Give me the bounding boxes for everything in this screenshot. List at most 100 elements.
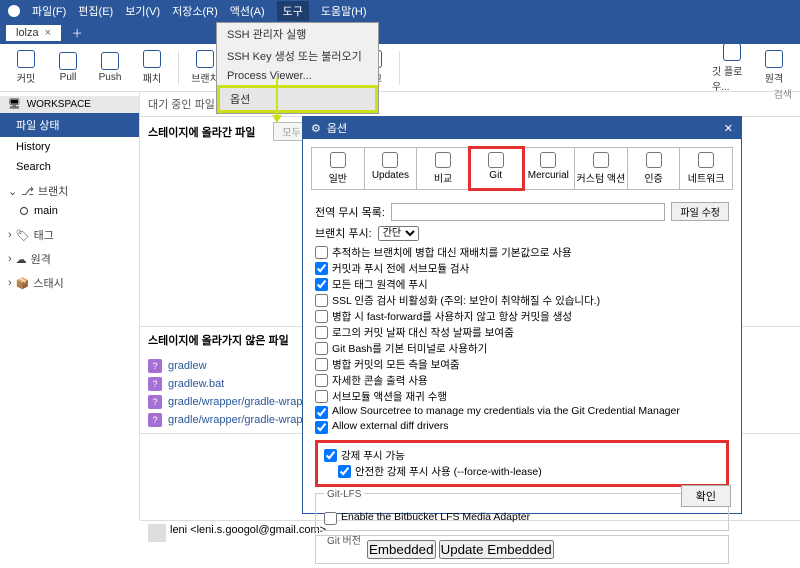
custom-icon	[593, 152, 609, 168]
network-icon	[698, 152, 714, 168]
sidebar-group-remote[interactable]: ›☁원격	[0, 245, 139, 269]
annotation-arrow-icon	[276, 78, 278, 122]
ignore-input[interactable]	[391, 203, 666, 221]
tabbar: lolza × ＋	[0, 22, 800, 44]
tab-mercurial[interactable]: Mercurial	[523, 148, 576, 189]
option-checkbox[interactable]	[315, 278, 328, 291]
chevron-right-icon: ›	[8, 229, 12, 241]
menu-file[interactable]: 파일(F)	[32, 3, 66, 19]
remote-button[interactable]: 원격	[754, 50, 794, 85]
branch-main[interactable]: main	[0, 201, 139, 221]
gitflow-button[interactable]: 깃 플로우...	[712, 43, 752, 93]
menu-item-ssh-manager[interactable]: SSH 관리자 실행	[217, 23, 378, 45]
commit-icon	[17, 50, 35, 68]
pull-icon	[59, 52, 77, 70]
push-button[interactable]: Push	[90, 52, 130, 83]
menu-repo[interactable]: 저장소(R)	[172, 3, 218, 19]
file-status-icon: ?	[148, 413, 162, 427]
branchpush-select[interactable]: 간단	[378, 226, 419, 241]
commit-button[interactable]: 커밋	[6, 50, 46, 85]
branch-icon: ⎇	[21, 185, 34, 198]
tab-label: lolza	[16, 27, 39, 39]
sidebar-group-tag[interactable]: ›🏷태그	[0, 221, 139, 245]
cloud-icon: ☁	[16, 253, 27, 266]
option-checkbox[interactable]	[315, 246, 328, 259]
menu-item-process-viewer[interactable]: Process Viewer...	[217, 67, 378, 85]
pull-button[interactable]: Pull	[48, 52, 88, 83]
dialog-tabs: 일반 Updates 비교 Git Mercurial 커스텀 액션 인증 네트…	[311, 147, 733, 190]
app-logo-icon	[8, 5, 20, 17]
fetch-icon	[143, 50, 161, 68]
sidebar: 🖥 WORKSPACE 파일 상태 History Search ⌄⎇브랜치 m…	[0, 92, 140, 520]
file-status-icon: ?	[148, 359, 162, 373]
close-icon[interactable]: ✕	[724, 122, 733, 135]
menu-view[interactable]: 보기(V)	[125, 3, 160, 19]
gitflow-icon	[723, 43, 741, 61]
general-icon	[330, 152, 346, 168]
tab-diff[interactable]: 비교	[417, 148, 470, 189]
options-dialog: ⚙옵션 ✕ 일반 Updates 비교 Git Mercurial 커스텀 액션…	[302, 116, 742, 514]
gitver-fieldset: Git 버전 Embedded Update Embedded	[315, 535, 729, 564]
close-icon[interactable]: ×	[45, 27, 51, 39]
force-push-highlight: 강제 푸시 가능 안전한 강제 푸시 사용 (--force-with-leas…	[315, 440, 729, 487]
menu-help[interactable]: 도움말(H)	[321, 3, 367, 19]
menu-item-ssh-key[interactable]: SSH Key 생성 또는 불러오기	[217, 45, 378, 67]
toolbar: 커밋 Pull Push 패치 브랜치 병합 스태시 폐기 태그 깃 플로우..…	[0, 44, 800, 92]
option-checkbox[interactable]	[315, 342, 328, 355]
add-tab-button[interactable]: ＋	[67, 23, 87, 43]
file-status-icon: ?	[148, 395, 162, 409]
lfs-fieldset: Git-LFS Enable the Bitbucket LFS Media A…	[315, 493, 729, 531]
tab-updates[interactable]: Updates	[365, 148, 418, 189]
menu-item-options[interactable]: 옵션	[217, 85, 378, 113]
search-label[interactable]: 검색	[774, 86, 792, 101]
auth-icon	[646, 152, 662, 168]
option-checkbox[interactable]	[315, 358, 328, 371]
option-checkbox[interactable]	[315, 326, 328, 339]
embedded-button[interactable]: Embedded	[367, 540, 435, 559]
sidebar-group-branch[interactable]: ⌄⎇브랜치	[0, 177, 139, 201]
tab-network[interactable]: 네트워크	[680, 148, 732, 189]
sidebar-item-search[interactable]: Search	[0, 157, 139, 177]
remote-icon	[765, 50, 783, 68]
option-checkbox[interactable]	[315, 406, 328, 419]
chevron-right-icon: ›	[8, 253, 12, 265]
option-checkbox[interactable]	[315, 310, 328, 323]
separator	[399, 51, 400, 85]
box-icon: 📦	[16, 277, 30, 290]
sidebar-item-history[interactable]: History	[0, 137, 139, 157]
tab-git[interactable]: Git	[470, 148, 523, 189]
branchpush-label: 브랜치 푸시:	[315, 225, 372, 241]
option-checkbox[interactable]	[315, 374, 328, 387]
chevron-right-icon: ›	[8, 277, 12, 289]
update-embedded-button[interactable]: Update Embedded	[439, 540, 554, 559]
file-status-icon: ?	[148, 377, 162, 391]
push-icon	[101, 52, 119, 70]
repo-tab[interactable]: lolza ×	[6, 25, 61, 41]
tab-custom[interactable]: 커스텀 액션	[575, 148, 628, 189]
tools-dropdown: SSH 관리자 실행 SSH Key 생성 또는 불러오기 Process Vi…	[216, 22, 379, 114]
ok-button[interactable]: 확인	[681, 485, 731, 507]
menu-action[interactable]: 액션(A)	[230, 3, 265, 19]
option-checkbox[interactable]	[315, 294, 328, 307]
edit-file-button[interactable]: 파일 수정	[671, 202, 729, 221]
monitor-icon: 🖥	[8, 99, 21, 110]
menubar: 파일(F) 편집(E) 보기(V) 저장소(R) 액션(A) 도구 도움말(H)	[0, 0, 800, 22]
lfs-checkbox[interactable]	[324, 512, 337, 525]
updates-icon	[382, 152, 398, 168]
menu-edit[interactable]: 편집(E)	[78, 3, 113, 19]
sidebar-group-stash[interactable]: ›📦스태시	[0, 269, 139, 293]
option-checkbox[interactable]	[315, 390, 328, 403]
tab-general[interactable]: 일반	[312, 148, 365, 189]
tab-auth[interactable]: 인증	[628, 148, 681, 189]
branch-icon	[196, 50, 214, 68]
force-lease-checkbox[interactable]	[338, 465, 351, 478]
force-push-checkbox[interactable]	[324, 449, 337, 462]
mercurial-icon	[540, 152, 556, 168]
fetch-button[interactable]: 패치	[132, 50, 172, 85]
option-checkbox[interactable]	[315, 421, 328, 434]
option-checkbox[interactable]	[315, 262, 328, 275]
avatar-icon	[148, 524, 166, 542]
menu-tools[interactable]: 도구	[277, 1, 309, 21]
tag-icon: 🏷	[16, 229, 30, 242]
sidebar-item-filestatus[interactable]: 파일 상태	[0, 113, 139, 137]
